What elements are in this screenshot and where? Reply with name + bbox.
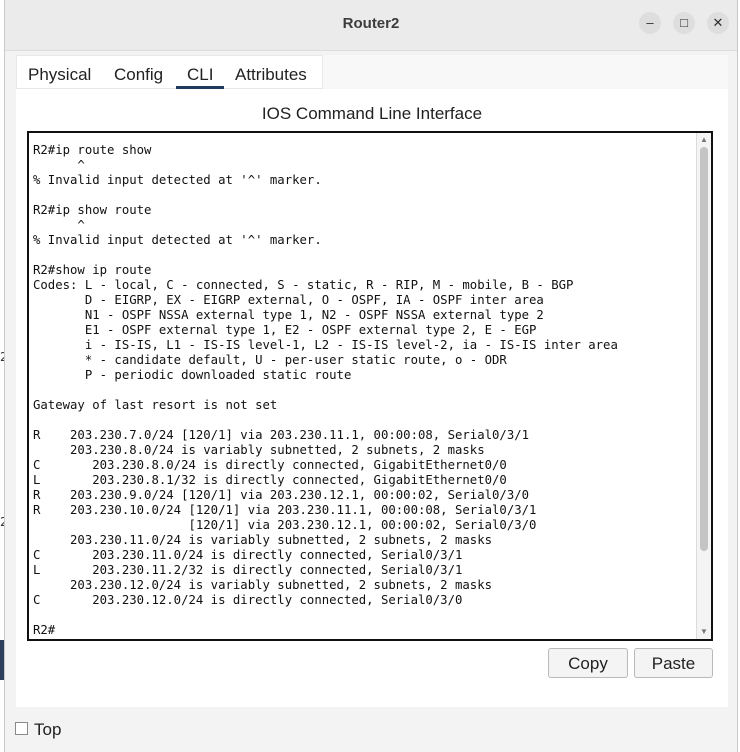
tab-physical[interactable]: Physical — [28, 65, 91, 85]
top-checkbox[interactable] — [15, 722, 28, 735]
close-button[interactable]: ✕ — [707, 12, 729, 34]
cli-terminal[interactable]: R2#ip route show ^ % Invalid input detec… — [27, 131, 713, 641]
paste-button[interactable]: Paste — [634, 648, 713, 678]
scroll-up-arrow-icon[interactable]: ▲ — [699, 135, 709, 144]
tab-attributes[interactable]: Attributes — [235, 65, 307, 85]
router-window: Router2 – □ ✕ Physical Config CLI Attrib… — [4, 0, 738, 752]
top-checkbox-label[interactable]: Top — [34, 720, 61, 740]
scrollbar-thumb[interactable] — [700, 147, 708, 551]
cli-output[interactable]: R2#ip route show ^ % Invalid input detec… — [33, 143, 697, 639]
bottom-bar: Top — [5, 707, 737, 752]
window-title: Router2 — [342, 15, 400, 32]
copy-button[interactable]: Copy — [548, 648, 628, 678]
tab-bar: Physical Config CLI Attributes — [16, 55, 323, 89]
tab-config[interactable]: Config — [114, 65, 163, 85]
tab-cli[interactable]: CLI — [187, 65, 213, 85]
cli-scrollbar[interactable]: ▲ ▼ — [696, 133, 711, 639]
cli-panel: IOS Command Line Interface R2#ip route s… — [16, 89, 728, 707]
scroll-down-arrow-icon[interactable]: ▼ — [699, 627, 709, 636]
title-bar[interactable]: Router2 – □ ✕ — [5, 0, 737, 51]
minimize-button[interactable]: – — [639, 12, 661, 34]
maximize-button[interactable]: □ — [673, 12, 695, 34]
cli-panel-title: IOS Command Line Interface — [261, 104, 483, 123]
device-dialog-content: Physical Config CLI Attributes IOS Comma… — [16, 55, 728, 707]
